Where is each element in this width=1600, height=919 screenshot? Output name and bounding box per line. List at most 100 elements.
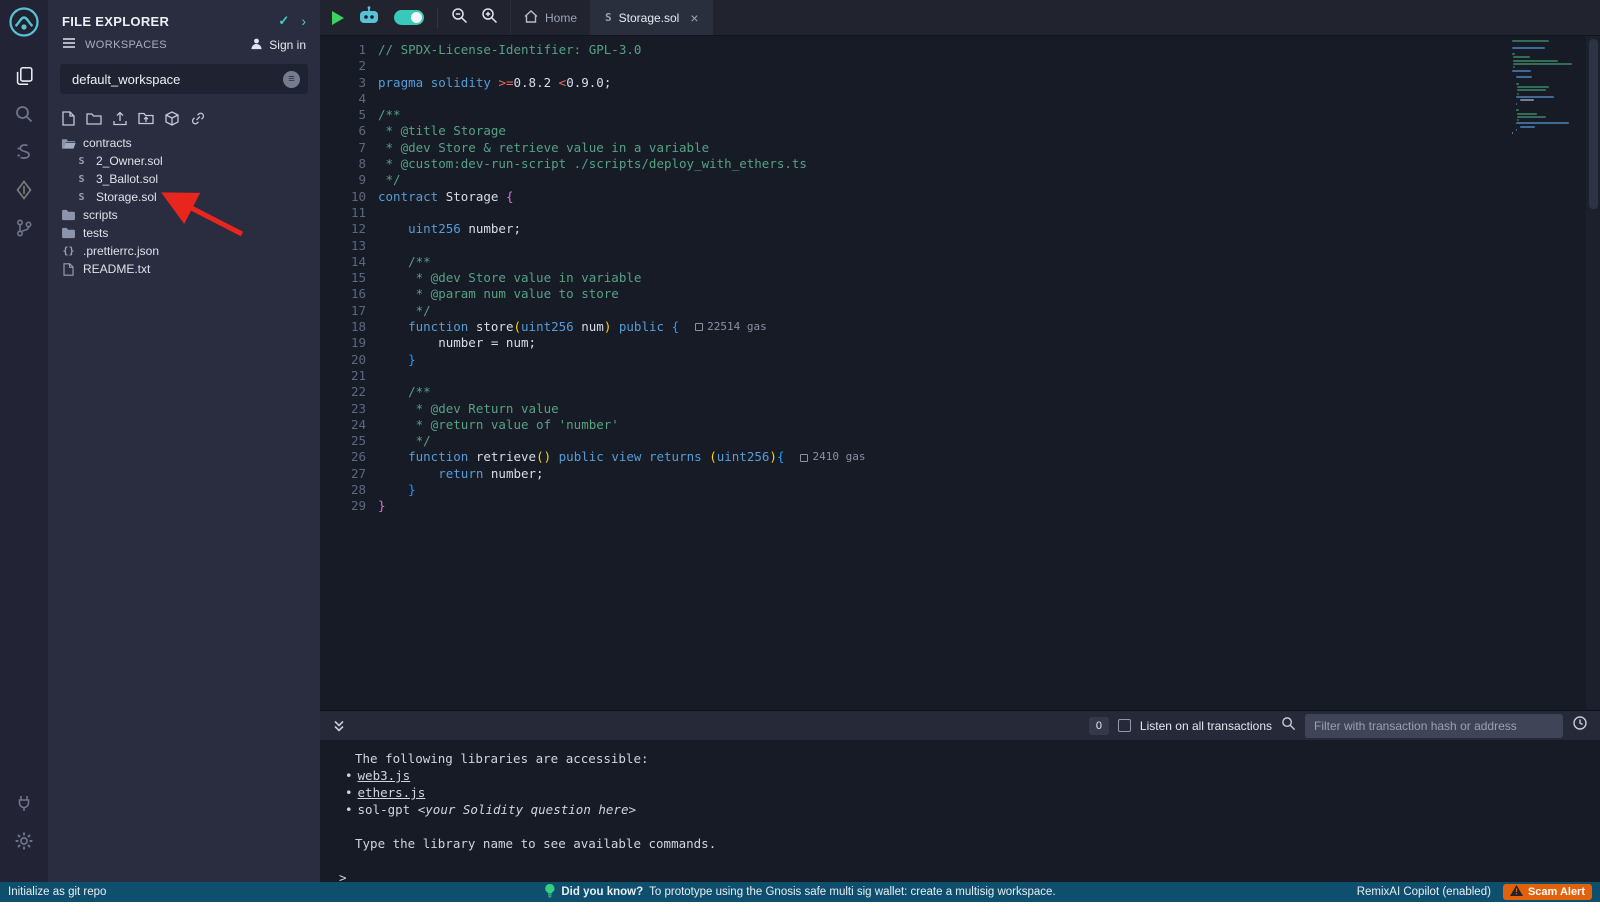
line-number[interactable]: 9 <box>320 172 366 188</box>
code-line[interactable]: * @param num value to store <box>378 286 1504 302</box>
code-line[interactable]: return number; <box>378 466 1504 482</box>
line-number[interactable]: 7 <box>320 140 366 156</box>
code-line[interactable] <box>378 238 1504 254</box>
code-line[interactable]: /** <box>378 254 1504 270</box>
code-line[interactable]: } <box>378 498 1504 514</box>
file-tree-item[interactable]: README.txt <box>48 260 320 278</box>
tab-home[interactable]: Home <box>510 0 591 35</box>
code-line[interactable]: /** <box>378 107 1504 123</box>
workspaces-menu-icon[interactable] <box>62 36 76 54</box>
line-number[interactable]: 24 <box>320 417 366 433</box>
file-tree-item[interactable]: scripts <box>48 206 320 224</box>
code-line[interactable]: contract Storage { <box>378 189 1504 205</box>
terminal-history-icon[interactable] <box>1572 715 1588 736</box>
code-line[interactable]: } <box>378 352 1504 368</box>
code-editor[interactable]: 1234567891011121314151617181920212223242… <box>320 36 1600 710</box>
code-line[interactable]: * @custom:dev-run-script ./scripts/deplo… <box>378 156 1504 172</box>
upload-file-button[interactable] <box>113 111 127 126</box>
line-number[interactable]: 18 <box>320 319 366 335</box>
code-line[interactable]: /** <box>378 384 1504 400</box>
listen-all-transactions-checkbox[interactable] <box>1118 719 1131 732</box>
code-line[interactable]: // SPDX-License-Identifier: GPL-3.0 <box>378 42 1504 58</box>
editor-scrollbar[interactable] <box>1586 36 1600 710</box>
line-number[interactable]: 10 <box>320 189 366 205</box>
copilot-toggle[interactable] <box>394 10 424 25</box>
sidebar-plugin-manager-button[interactable] <box>0 786 48 824</box>
code-content[interactable]: // SPDX-License-Identifier: GPL-3.0 prag… <box>378 42 1504 515</box>
panel-chevron-right-icon[interactable]: › <box>301 13 306 29</box>
code-line[interactable]: */ <box>378 172 1504 188</box>
create-folder-button[interactable] <box>86 112 102 125</box>
code-line[interactable] <box>378 205 1504 221</box>
code-line[interactable]: * @dev Store value in variable <box>378 270 1504 286</box>
line-number[interactable]: 5 <box>320 107 366 123</box>
file-tree-item[interactable]: S3_Ballot.sol <box>48 170 320 188</box>
sidebar-file-explorer-button[interactable] <box>0 59 48 97</box>
code-line[interactable] <box>378 91 1504 107</box>
code-line[interactable]: * @dev Store & retrieve value in a varia… <box>378 140 1504 156</box>
sidebar-deploy-run-button[interactable] <box>0 173 48 211</box>
zoom-in-button[interactable] <box>481 7 498 29</box>
file-tree-item[interactable]: S2_Owner.sol <box>48 152 320 170</box>
terminal-output[interactable]: The following libraries are accessible:•… <box>320 740 1600 882</box>
upload-folder-button[interactable] <box>138 111 154 125</box>
line-number[interactable]: 25 <box>320 433 366 449</box>
code-line[interactable] <box>378 368 1504 384</box>
scam-alert-button[interactable]: Scam Alert <box>1503 884 1592 900</box>
line-number[interactable]: 14 <box>320 254 366 270</box>
terminal-expand-icon[interactable] <box>332 719 346 733</box>
code-line[interactable]: */ <box>378 303 1504 319</box>
workspace-options-icon[interactable]: ≡ <box>283 71 300 88</box>
create-file-button[interactable] <box>62 111 75 126</box>
line-number[interactable]: 13 <box>320 238 366 254</box>
line-number[interactable]: 28 <box>320 482 366 498</box>
line-number[interactable]: 4 <box>320 91 366 107</box>
code-line[interactable]: * @title Storage <box>378 123 1504 139</box>
git-init-button[interactable]: Initialize as git repo <box>8 886 106 898</box>
terminal-link[interactable]: web3.js <box>358 768 411 783</box>
line-number[interactable]: 29 <box>320 498 366 514</box>
line-number[interactable]: 11 <box>320 205 366 221</box>
line-number[interactable]: 26 <box>320 449 366 465</box>
sidebar-solidity-compiler-button[interactable] <box>0 135 48 173</box>
transaction-filter-input[interactable] <box>1305 714 1563 738</box>
terminal-link[interactable]: ethers.js <box>358 785 426 800</box>
line-number[interactable]: 23 <box>320 401 366 417</box>
workspace-selector[interactable]: default_workspace ≡ <box>60 64 308 94</box>
line-number[interactable]: 19 <box>320 335 366 351</box>
code-line[interactable]: */ <box>378 433 1504 449</box>
tab-storage-sol[interactable]: S Storage.sol × <box>591 0 713 35</box>
code-line[interactable]: number = num; <box>378 335 1504 351</box>
line-number[interactable]: 8 <box>320 156 366 172</box>
sign-in-button[interactable]: Sign in <box>250 37 306 53</box>
file-tree-item[interactable]: contracts <box>48 134 320 152</box>
sidebar-settings-button[interactable] <box>0 824 48 862</box>
run-script-button[interactable] <box>332 11 344 25</box>
line-number[interactable]: 6 <box>320 123 366 139</box>
line-number[interactable]: 17 <box>320 303 366 319</box>
sidebar-git-button[interactable] <box>0 211 48 249</box>
line-number[interactable]: 2 <box>320 58 366 74</box>
line-number[interactable]: 1 <box>320 42 366 58</box>
code-line[interactable]: } <box>378 482 1504 498</box>
remix-ai-icon[interactable] <box>357 6 381 29</box>
code-line[interactable]: function retrieve() public view returns … <box>378 449 1504 465</box>
code-line[interactable]: * @dev Return value <box>378 401 1504 417</box>
code-line[interactable]: * @return value of 'number' <box>378 417 1504 433</box>
line-number[interactable]: 16 <box>320 286 366 302</box>
line-number[interactable]: 22 <box>320 384 366 400</box>
file-tree-item[interactable]: {}.prettierrc.json <box>48 242 320 260</box>
scrollbar-thumb[interactable] <box>1589 39 1598 209</box>
line-number[interactable]: 21 <box>320 368 366 384</box>
code-line[interactable]: uint256 number; <box>378 221 1504 237</box>
line-number[interactable]: 3 <box>320 75 366 91</box>
line-number[interactable]: 20 <box>320 352 366 368</box>
shareable-link-button[interactable] <box>190 111 206 126</box>
zoom-out-button[interactable] <box>451 7 468 29</box>
sidebar-search-button[interactable] <box>0 97 48 135</box>
file-tree-item[interactable]: tests <box>48 224 320 242</box>
close-tab-icon[interactable]: × <box>690 10 698 26</box>
minimap[interactable] <box>1512 40 1580 136</box>
file-tree-item[interactable]: SStorage.sol <box>48 188 320 206</box>
line-number[interactable]: 15 <box>320 270 366 286</box>
